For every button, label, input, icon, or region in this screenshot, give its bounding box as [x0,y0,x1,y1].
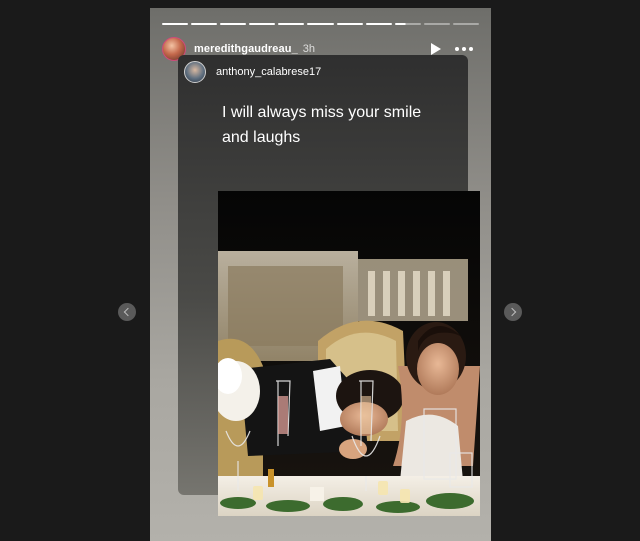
progress-segment [336,23,363,25]
story-controls [431,43,479,55]
progress-segment [365,23,392,25]
progress-segment [220,23,247,25]
wedding-head-table-photo [218,191,480,516]
wedding-photo [218,191,480,516]
repost-author-username[interactable]: anthony_calabrese17 [216,66,321,78]
progress-segment [452,23,480,25]
author-username[interactable]: meredithgaudreau_ [194,43,298,55]
progress-segment [191,23,218,25]
progress-segment [278,23,305,25]
play-icon [431,43,441,55]
story-progress-bar [162,23,480,25]
progress-segment [162,23,189,25]
repost-caption: I will always miss your smile and laughs [222,104,422,146]
chevron-right-icon [507,307,517,317]
previous-story-button[interactable] [118,303,136,321]
play-button[interactable] [431,43,441,55]
repost-header: anthony_calabrese17 [184,61,321,83]
progress-segment [249,23,276,25]
story-timestamp: 3h [302,43,316,55]
repost-author-avatar[interactable] [184,61,206,83]
next-story-button[interactable] [504,303,522,321]
progress-segment [394,23,421,25]
more-options-button[interactable] [455,47,473,51]
progress-segment [307,23,334,25]
progress-segment [423,23,450,25]
reposted-story-card[interactable]: anthony_calabrese17 I will always miss y… [178,55,480,516]
chevron-left-icon [123,307,133,317]
story-viewer: meredithgaudreau_ 3h anthony_calabrese17… [150,8,491,541]
more-icon [455,47,473,51]
